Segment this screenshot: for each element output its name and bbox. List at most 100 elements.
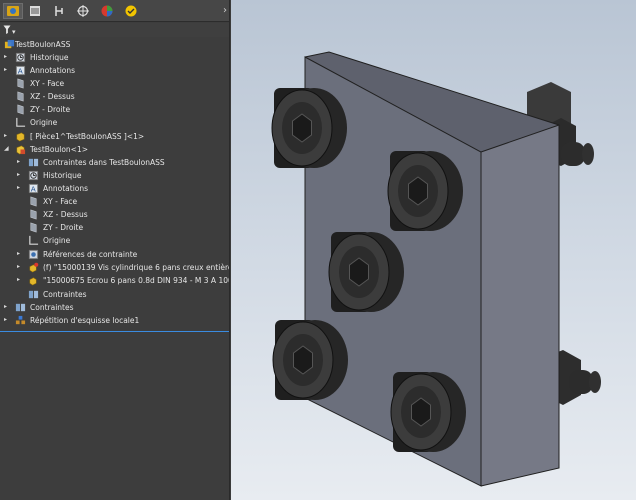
svg-text:A: A [17, 67, 22, 76]
tree-item-label: (f) "15000139 Vis cylindrique 6 pans cre… [43, 263, 229, 272]
tree-item-label: Origine [43, 236, 71, 245]
mates-icon [14, 302, 26, 313]
tree-item-label: Références de contrainte [43, 250, 138, 259]
plane-icon [14, 104, 26, 115]
history-icon [27, 170, 39, 181]
dimxpert-tab[interactable] [73, 3, 93, 19]
plane-icon [27, 222, 39, 233]
expand-arrow-icon[interactable]: ▸ [4, 304, 10, 310]
panel-splitter-handle[interactable] [229, 275, 230, 280]
property-manager-icon [30, 6, 40, 16]
tree-item-label: Annotations [43, 184, 89, 193]
screw-head [387, 151, 463, 231]
tree-item-label: XY - Face [43, 197, 78, 206]
tree-item-label: ZY - Droite [43, 223, 84, 232]
mates-icon [27, 289, 39, 300]
tree-item[interactable]: ▸ Contraintes [0, 301, 229, 314]
display-manager-icon [101, 5, 113, 17]
dimxpert-icon [77, 5, 89, 17]
tree-item[interactable]: XY - Face [0, 195, 229, 208]
mate-references-icon [27, 249, 39, 260]
tree-item[interactable]: XZ - Dessus [0, 90, 229, 103]
expand-arrow-icon[interactable]: ▸ [4, 133, 10, 139]
tree-item[interactable]: ▸ Historique [0, 51, 229, 64]
tree-item[interactable]: ▸ A Annotations [0, 182, 229, 195]
tree-item[interactable]: ◢ TestBoulon<1> [0, 143, 229, 156]
tree-item-label: XY - Face [30, 79, 65, 88]
tree-item[interactable]: ▸ "15000675 Ecrou 6 pans 0.8d DIN 934 - M… [0, 274, 230, 287]
screw-head [390, 372, 466, 452]
origin-icon [27, 235, 39, 246]
cam-tab[interactable] [121, 3, 141, 19]
tree-item-label: [ Pièce1^TestBoulonASS ]<1> [30, 132, 145, 141]
tree-item-label: Origine [30, 118, 58, 127]
tree-divider [0, 331, 229, 332]
tree-item-label: Historique [43, 171, 82, 180]
tree-item-label: Contraintes [43, 290, 87, 299]
annotations-icon: A [14, 65, 26, 76]
subassembly-icon [14, 144, 26, 155]
tree-item[interactable]: XY - Face [0, 77, 229, 90]
origin-icon [14, 117, 26, 128]
tree-filter-bar[interactable]: ▾ [0, 23, 229, 37]
feature-manager-icon [7, 6, 19, 16]
display-manager-tab[interactable] [97, 3, 117, 19]
tree-item-label: Contraintes [30, 303, 74, 312]
tree-root-label: TestBoulonASS [15, 40, 71, 49]
filter-dropdown-icon: ▾ [12, 28, 16, 35]
expand-arrow-icon[interactable]: ▸ [17, 185, 23, 191]
tree-item[interactable]: ▸ (f) "15000139 Vis cylindrique 6 pans cr… [0, 261, 229, 274]
tree-item[interactable]: ▸ [ Pièce1^TestBoulonASS ]<1> [0, 130, 229, 143]
tree-item-label: "15000675 Ecrou 6 pans 0.8d DIN 934 - M … [43, 276, 230, 285]
expand-arrow-icon[interactable]: ▸ [17, 251, 23, 257]
tree-item[interactable]: ZY - Droite [0, 103, 229, 116]
tab-scroll-right-icon[interactable]: › [223, 4, 227, 18]
tree-item-label: Annotations [30, 66, 76, 75]
configurationmanager-tab[interactable] [49, 3, 69, 19]
tree-item-label: Répétition d'esquisse locale1 [30, 316, 140, 325]
tree-item-label: XZ - Dessus [43, 210, 88, 219]
feature-manager-panel: › ▾ TestBoulonASS ▸ Historique ▸ A Annotatio… [0, 0, 230, 500]
tree-item[interactable]: ▸ Historique [0, 169, 229, 182]
expand-arrow-icon[interactable]: ▸ [4, 54, 10, 60]
tree-item[interactable]: Origine [0, 116, 229, 129]
collapse-arrow-icon[interactable]: ◢ [4, 146, 10, 152]
part-icon [14, 131, 26, 142]
screw-part-icon [27, 262, 39, 273]
tree-item-label: TestBoulon<1> [30, 145, 89, 154]
expand-arrow-icon[interactable]: ▸ [17, 277, 23, 283]
expand-arrow-icon[interactable]: ▸ [4, 67, 10, 73]
sketch-pattern-icon [14, 315, 26, 326]
svg-text:A: A [30, 185, 35, 194]
plane-icon [14, 78, 26, 89]
graphics-viewport[interactable] [231, 0, 636, 500]
tree-item-label: Contraintes dans TestBoulonASS [43, 158, 165, 167]
expand-arrow-icon[interactable]: ▸ [17, 159, 23, 165]
cam-icon [125, 5, 137, 17]
tree-item[interactable]: XZ - Dessus [0, 208, 229, 221]
annotations-icon: A [27, 183, 39, 194]
plane-icon [27, 209, 39, 220]
screw-head [271, 88, 347, 168]
tree-item[interactable]: ▸ Répétition d'esquisse locale1 [0, 314, 229, 327]
tree-item-label: Historique [30, 53, 69, 62]
tree-item[interactable]: ▸ Références de contrainte [0, 248, 229, 261]
screw-head [328, 232, 404, 312]
filter-icon[interactable]: ▾ [3, 25, 17, 35]
plane-icon [27, 196, 39, 207]
tree-item[interactable]: Contraintes [0, 288, 229, 301]
expand-arrow-icon[interactable]: ▸ [4, 317, 10, 323]
tree-item[interactable]: Origine [0, 234, 229, 247]
mates-icon [27, 157, 39, 168]
tree-root[interactable]: TestBoulonASS [0, 38, 229, 51]
expand-arrow-icon[interactable]: ▸ [17, 172, 23, 178]
tree-item[interactable]: ZY - Droite [0, 221, 229, 234]
assembly-model [271, 51, 601, 487]
tree-item-label: XZ - Dessus [30, 92, 75, 101]
tree-item[interactable]: ▸ Contraintes dans TestBoulonASS [0, 156, 229, 169]
featuremanager-tab[interactable] [3, 3, 23, 19]
tree-item[interactable]: ▸ A Annotations [0, 64, 229, 77]
history-icon [14, 52, 26, 63]
propertymanager-tab[interactable] [25, 3, 45, 19]
expand-arrow-icon[interactable]: ▸ [17, 264, 23, 270]
